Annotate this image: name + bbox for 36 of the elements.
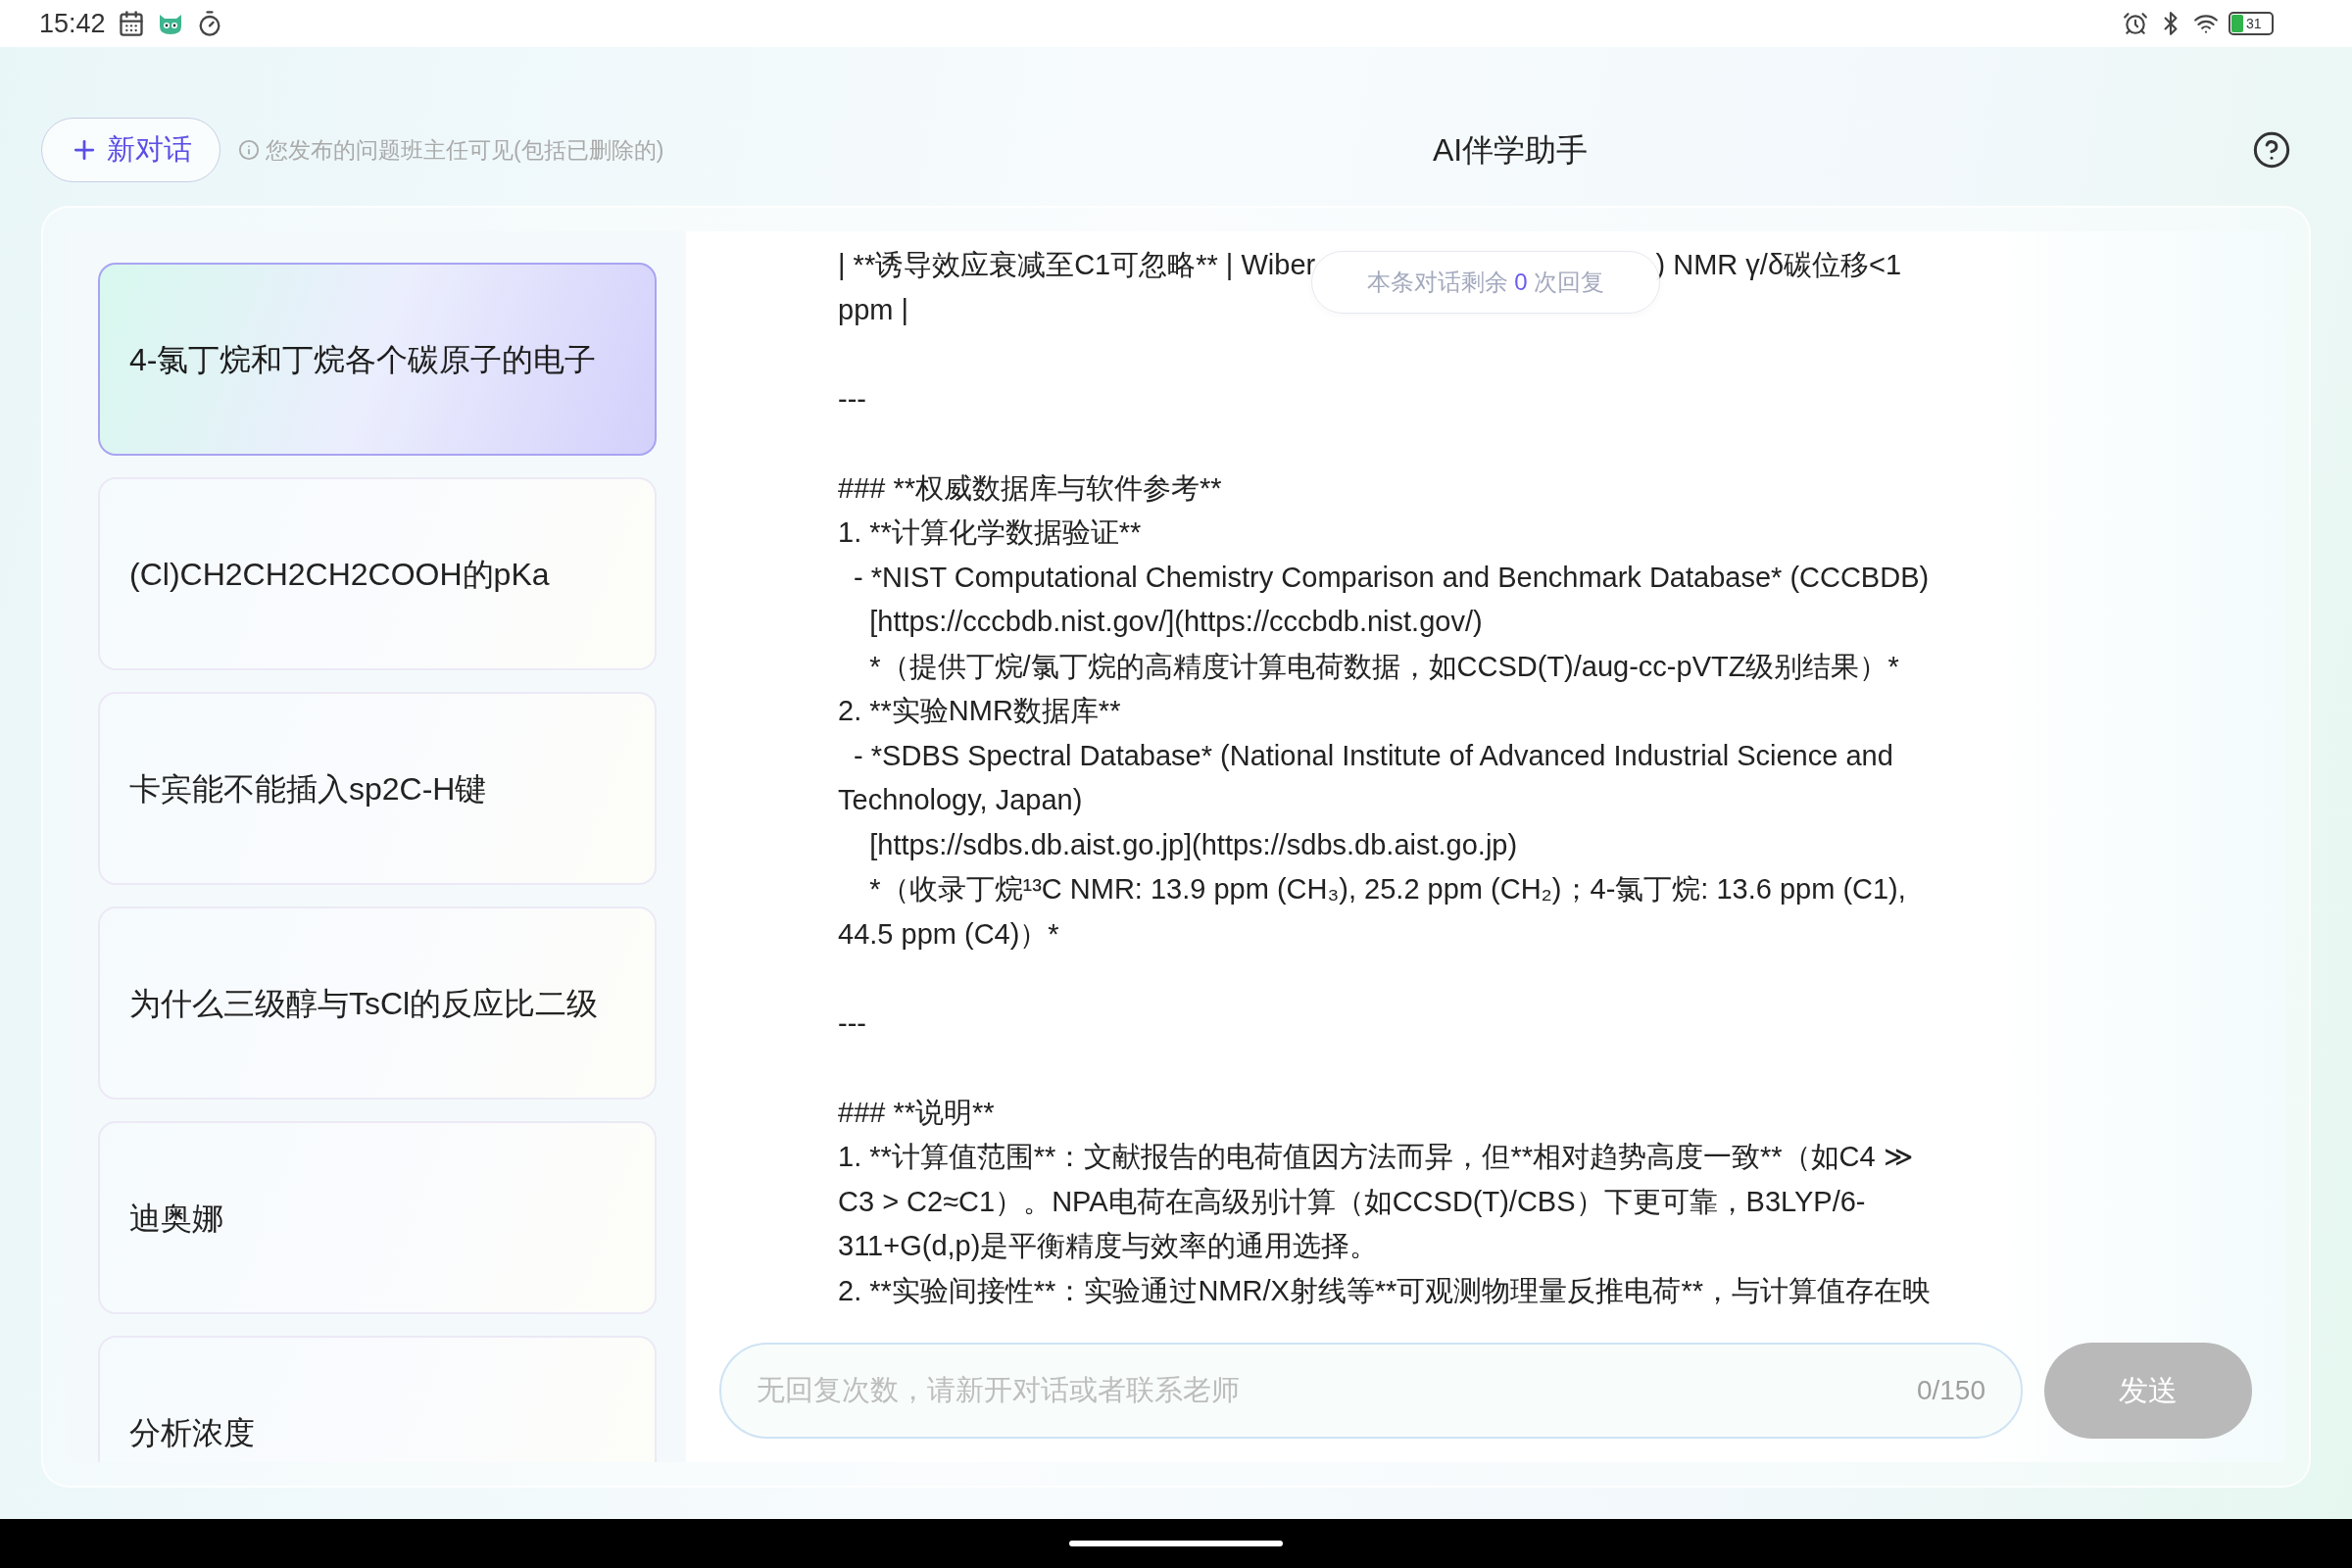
message-text-line: 311+G(d,p)是平衡精度与效率的通用选择。 xyxy=(838,1229,1379,1263)
message-text-line: - *NIST Computational Chemistry Comparison and Benchmark Database* (CCCBDB) xyxy=(853,560,1930,595)
help-icon[interactable] xyxy=(2252,130,2291,170)
page-title: AI伴学助手 xyxy=(1433,131,1589,170)
new-chat-button[interactable]: 新对话 xyxy=(41,118,220,182)
message-text-line: 44.5 ppm (C4)）* xyxy=(838,916,1059,952)
message-text-line: *（收录丁烷¹³C NMR: 13.9 ppm (CH₃), 25.2 ppm (CH₂)；4-氯丁烷: 13.6 ppm (C1), xyxy=(868,872,1906,906)
conversation-item[interactable]: (Cl)CH2CH2CH2COOH的pKa xyxy=(98,477,657,670)
message-text-line: --- xyxy=(838,381,866,416)
conversation-item[interactable]: 4-氯丁烷和丁烷各个碳原子的电子 xyxy=(98,263,657,456)
message-text-line: ### **权威数据库与软件参考** xyxy=(838,470,1222,506)
info-icon xyxy=(238,139,260,161)
message-text-line: - *SDBS Spectral Database* (National Institute of Advanced Industrial Science and xyxy=(853,738,1893,773)
character-counter: 0/150 xyxy=(1916,1373,1985,1407)
message-text-line: --- xyxy=(838,1005,866,1041)
conversation-item[interactable]: 卡宾能不能插入sp2C-H键 xyxy=(98,692,657,885)
message-text-line: 2. **实验间接性**：实验通过NMR/X射线等**可观测物理量反推电荷**，与计算值存在映 xyxy=(838,1273,1931,1308)
message-text-line: [https://sdbs.db.aist.go.jp](https://sdbs.db.aist.go.jp) xyxy=(868,827,1518,862)
message-text-line: 2. **实验NMR数据库** xyxy=(838,694,1121,728)
calendar-icon xyxy=(117,10,145,37)
message-text-line: C3 > C2≈C1）。NPA电荷在高级别计算（如CCSD(T)/CBS）下更可靠，B3LYP/6- xyxy=(838,1184,1866,1219)
message-text-line: [https://cccbdb.nist.gov/](https://cccbdb.nist.gov/) xyxy=(868,605,1483,639)
message-text-line: *（提供丁烷/氯丁烷的高精度计算电荷数据，如CCSD(T)/aug-cc-pVTZ级别结果）* xyxy=(868,649,1899,684)
message-text-line: Technology, Japan) xyxy=(838,783,1083,817)
message-text-line: 1. **计算值范围**：文献报告的电荷值因方法而异，但**相对趋势高度一致**（如C4 ≫ xyxy=(838,1140,1913,1174)
conversation-item[interactable]: 分析浓度 xyxy=(98,1336,657,1462)
visibility-notice: 您发布的问题班主任可见(包括已删除的) xyxy=(266,135,664,165)
message-text-line: ### **说明** xyxy=(838,1095,995,1130)
battery-percent: 31 xyxy=(2246,17,2262,30)
message-text-line: ppm | xyxy=(838,292,908,327)
alarm-icon xyxy=(2123,11,2148,36)
battery-fill xyxy=(2231,15,2243,32)
message-text-line: 1. **计算化学数据验证** xyxy=(838,515,1142,550)
status-time: 15:42 xyxy=(39,7,106,40)
conversation-item[interactable]: 为什么三级醇与TsCl的反应比二级 xyxy=(98,906,657,1100)
conversation-item[interactable]: 迪奥娜 xyxy=(98,1121,657,1314)
